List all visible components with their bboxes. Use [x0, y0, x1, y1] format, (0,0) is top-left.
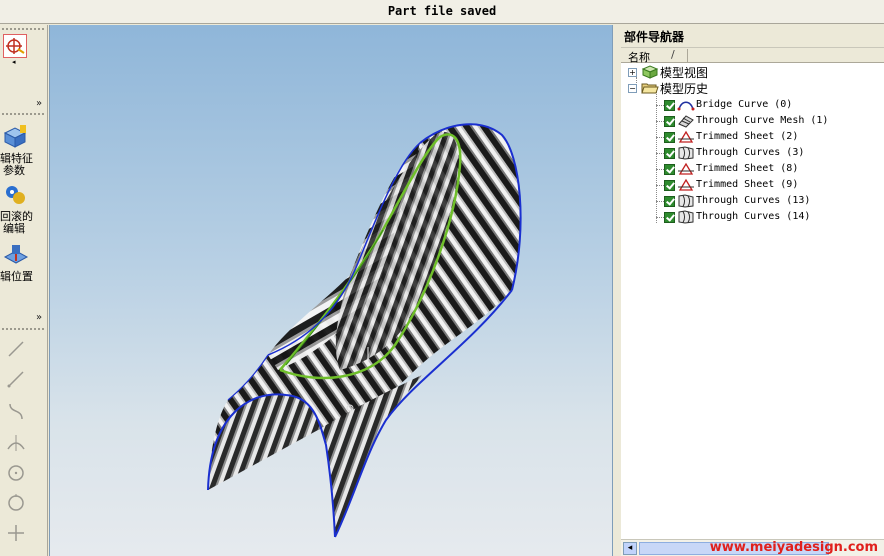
navigator-tree: + 模型视图 − 模型历史 Bridge Curve (0) Through C… — [621, 63, 884, 539]
feature-row[interactable]: Trimmed Sheet (8) — [621, 161, 884, 177]
edit-with-rollback-button[interactable]: 回滚的 编辑 — [0, 183, 46, 235]
toolbar-item-label: 辑位置 — [0, 270, 33, 283]
snap-point-icon — [6, 38, 25, 54]
through-curves-icon — [678, 210, 694, 224]
pane-splitter[interactable] — [613, 25, 621, 556]
line-icon[interactable] — [6, 369, 26, 389]
feature-row[interactable]: Through Curves (14) — [621, 209, 884, 225]
circle-icon[interactable] — [6, 463, 26, 483]
feature-name: Bridge Curve (0) — [696, 99, 793, 110]
open-folder-icon — [641, 83, 659, 94]
feature-visibility-checkbox[interactable] — [664, 132, 675, 143]
trimmed-sheet-icon — [678, 178, 694, 191]
feature-name: Through Curve Mesh (1) — [696, 115, 829, 126]
tree-node-label: 模型视图 — [660, 66, 709, 80]
trimmed-sheet-icon — [678, 162, 694, 175]
status-message: Part file saved — [387, 4, 497, 18]
tree-node-label: 模型历史 — [660, 82, 709, 96]
through-curve-mesh-icon — [678, 115, 694, 128]
snap-point-button[interactable] — [3, 34, 27, 58]
part-navigator: 部件导航器 名称 / + 模型视图 − 模型历史 Bridge Curve (0… — [621, 25, 884, 556]
point-icon[interactable] — [6, 523, 26, 543]
feature-visibility-checkbox[interactable] — [664, 116, 675, 127]
feature-row[interactable]: Through Curve Mesh (1) — [621, 113, 884, 129]
navigator-title: 部件导航器 — [621, 25, 884, 47]
feature-row[interactable]: Bridge Curve (0) — [621, 97, 884, 113]
horizontal-scrollbar[interactable]: ◂ www.meiyadesign.com — [621, 539, 884, 556]
expand-icon[interactable]: + — [628, 68, 637, 77]
feature-visibility-checkbox[interactable] — [664, 180, 675, 191]
feature-visibility-checkbox[interactable] — [664, 164, 675, 175]
through-curves-icon — [678, 194, 694, 208]
feature-visibility-checkbox[interactable] — [664, 212, 675, 223]
edit-with-rollback-icon — [6, 186, 25, 204]
tree-node-model-history[interactable]: − 模型历史 — [621, 81, 884, 97]
bridge-curve-icon — [677, 101, 695, 111]
feature-name: Trimmed Sheet (8) — [696, 163, 799, 174]
scroll-left-arrow-icon[interactable]: ◂ — [623, 542, 637, 555]
edit-positioning-button[interactable]: 辑位置 — [0, 243, 46, 283]
app-window: Part file saved ◂ » 辑特征 参数 回滚的 编辑 辑位置 » … — [0, 0, 884, 556]
toolbar-grip[interactable] — [2, 28, 44, 30]
sort-indicator: / — [671, 48, 675, 61]
edit-feature-parameters-button[interactable]: 辑特征 参数 — [0, 125, 46, 177]
feature-visibility-checkbox[interactable] — [664, 196, 675, 207]
status-bar: Part file saved — [0, 0, 884, 24]
toolbar-grip[interactable] — [2, 328, 44, 330]
tangent-icon[interactable] — [6, 433, 26, 453]
feature-name: Trimmed Sheet (9) — [696, 179, 799, 190]
feature-name: Through Curves (3) — [696, 147, 805, 158]
circle-icon[interactable] — [6, 493, 26, 513]
feature-name: Trimmed Sheet (2) — [696, 131, 799, 142]
feature-row[interactable]: Through Curves (3) — [621, 145, 884, 161]
feature-row[interactable]: Trimmed Sheet (9) — [621, 177, 884, 193]
through-curves-icon — [678, 146, 694, 160]
navigator-column-header: 名称 / — [621, 47, 884, 64]
toolbar-grip[interactable] — [2, 113, 44, 115]
tree-node-model-views[interactable]: + 模型视图 — [621, 65, 884, 81]
toolbar-item-label: 参数 — [3, 164, 25, 177]
feature-row[interactable]: Through Curves (13) — [621, 193, 884, 209]
watermark-text: www.meiyadesign.com — [709, 540, 878, 555]
toolbar-more-button[interactable]: » — [36, 312, 42, 323]
arc-icon[interactable] — [6, 401, 26, 421]
graphics-viewport[interactable] — [49, 25, 613, 556]
trimmed-sheet-icon — [678, 130, 694, 143]
feature-name: Through Curves (13) — [696, 195, 811, 206]
line-icon[interactable] — [6, 339, 26, 359]
model-views-icon — [641, 65, 659, 79]
column-divider[interactable] — [687, 49, 688, 62]
feature-row[interactable]: Trimmed Sheet (2) — [621, 129, 884, 145]
edit-positioning-icon — [3, 245, 29, 264]
edit-feature-parameters-icon — [3, 125, 27, 148]
feature-visibility-checkbox[interactable] — [664, 100, 675, 111]
left-toolbar: ◂ » 辑特征 参数 回滚的 编辑 辑位置 » — [0, 25, 48, 556]
toolbar-item-label: 编辑 — [3, 222, 25, 235]
collapse-icon[interactable]: − — [628, 84, 637, 93]
dropdown-arrow-icon[interactable]: ◂ — [12, 58, 16, 66]
feature-name: Through Curves (14) — [696, 211, 811, 222]
zebra-surface-model[interactable] — [50, 25, 614, 556]
toolbar-more-button[interactable]: » — [36, 98, 42, 109]
feature-visibility-checkbox[interactable] — [664, 148, 675, 159]
